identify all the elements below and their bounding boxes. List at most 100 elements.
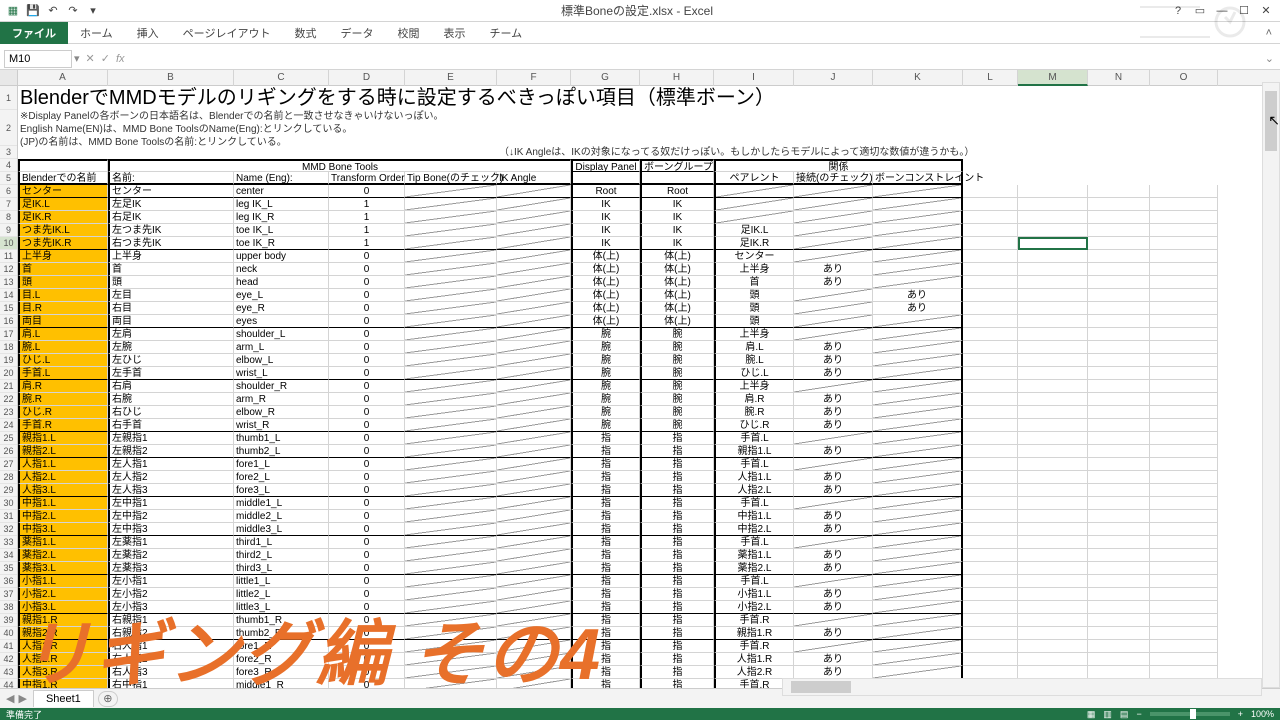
cell[interactable] — [873, 198, 963, 211]
cell[interactable] — [873, 367, 963, 380]
row-header[interactable]: 43 — [0, 666, 17, 679]
cell[interactable] — [873, 276, 963, 289]
cell[interactable] — [1088, 110, 1150, 123]
cell[interactable] — [497, 315, 571, 328]
cell[interactable] — [873, 263, 963, 276]
cell[interactable] — [963, 185, 1018, 198]
cell[interactable]: 左中指2 — [108, 510, 234, 523]
cell[interactable] — [963, 302, 1018, 315]
cell[interactable] — [794, 380, 873, 393]
cell[interactable]: 足IK.R — [714, 237, 794, 250]
cell[interactable] — [873, 627, 963, 640]
cell[interactable]: IK — [640, 198, 714, 211]
cell[interactable]: 指 — [571, 432, 640, 445]
cell[interactable] — [497, 380, 571, 393]
cell[interactable] — [963, 367, 1018, 380]
row-header[interactable]: 37 — [0, 588, 17, 601]
cell[interactable]: 1 — [329, 211, 405, 224]
cell[interactable]: 指 — [640, 510, 714, 523]
cell[interactable]: 0 — [329, 653, 405, 666]
cell[interactable]: ひじ.R — [18, 406, 108, 419]
cell[interactable]: 上半身 — [108, 250, 234, 263]
cell[interactable]: Blenderでの名前 — [18, 172, 108, 185]
cell[interactable] — [405, 263, 497, 276]
cell[interactable] — [1018, 237, 1088, 250]
cell[interactable]: little2_L — [234, 588, 329, 601]
cell[interactable] — [963, 172, 1018, 185]
ribbon-tab-表示[interactable]: 表示 — [431, 22, 477, 44]
cell[interactable]: つま先IK.L — [18, 224, 108, 237]
cell[interactable] — [497, 289, 571, 302]
cell[interactable]: 0 — [329, 354, 405, 367]
cell[interactable]: 中指3.L — [18, 523, 108, 536]
cell[interactable]: 目.R — [18, 302, 108, 315]
cell[interactable] — [1150, 289, 1218, 302]
cell[interactable] — [1018, 445, 1088, 458]
cell[interactable] — [873, 211, 963, 224]
cell[interactable] — [963, 289, 1018, 302]
row-header[interactable]: 11 — [0, 250, 17, 263]
cell[interactable] — [794, 640, 873, 653]
cell[interactable]: 肩.L — [18, 328, 108, 341]
cell[interactable] — [794, 328, 873, 341]
cell[interactable]: thumb2_L — [234, 445, 329, 458]
cell[interactable] — [405, 653, 497, 666]
cell[interactable] — [1018, 588, 1088, 601]
cell[interactable] — [1150, 341, 1218, 354]
row-header[interactable]: 26 — [0, 445, 17, 458]
cell[interactable]: 指 — [640, 562, 714, 575]
vertical-scrollbar[interactable] — [1262, 82, 1280, 688]
cell[interactable]: あり — [794, 510, 873, 523]
zoom-out-icon[interactable]: − — [1136, 709, 1141, 719]
cell[interactable] — [873, 575, 963, 588]
cell[interactable]: 腕 — [571, 406, 640, 419]
cell[interactable] — [497, 588, 571, 601]
cell[interactable] — [1150, 484, 1218, 497]
cell[interactable]: 親指1.L — [714, 445, 794, 458]
cancel-fx-icon[interactable]: ✕ — [86, 52, 95, 65]
cell[interactable] — [1018, 562, 1088, 575]
cell[interactable]: 中指1.L — [714, 510, 794, 523]
cell[interactable]: 0 — [329, 185, 405, 198]
cell[interactable]: IK — [571, 211, 640, 224]
cell[interactable]: 人指1.L — [714, 471, 794, 484]
cell[interactable]: 左手首 — [108, 367, 234, 380]
view-break-icon[interactable]: ▤ — [1120, 709, 1129, 720]
cell[interactable]: 体(上) — [571, 250, 640, 263]
cell[interactable]: 腕 — [640, 419, 714, 432]
cell[interactable]: 1 — [329, 198, 405, 211]
cell[interactable] — [1150, 185, 1218, 198]
row-header[interactable]: 30 — [0, 497, 17, 510]
cell[interactable]: 指 — [640, 601, 714, 614]
cell[interactable]: arm_R — [234, 393, 329, 406]
cell[interactable] — [405, 549, 497, 562]
row-header[interactable]: 40 — [0, 627, 17, 640]
cell[interactable]: 体(上) — [640, 289, 714, 302]
cell[interactable]: 右肩 — [108, 380, 234, 393]
ribbon-tab-データ[interactable]: データ — [328, 22, 385, 44]
cell[interactable]: 左人指2 — [108, 471, 234, 484]
cell[interactable]: 腕 — [640, 367, 714, 380]
cell[interactable] — [497, 510, 571, 523]
cell[interactable]: ※Display Panelの各ボーンの日本語名は、Blenderでの名前と一致… — [18, 110, 963, 146]
cell[interactable] — [1018, 406, 1088, 419]
cell[interactable] — [1088, 653, 1150, 666]
cell[interactable]: センター — [108, 185, 234, 198]
cell[interactable]: eye_L — [234, 289, 329, 302]
cell[interactable] — [1150, 393, 1218, 406]
cell[interactable]: MMD Bone Tools — [108, 159, 571, 172]
cell[interactable] — [497, 406, 571, 419]
cell[interactable]: 人指2.R — [18, 653, 108, 666]
cell[interactable]: 指 — [640, 640, 714, 653]
cell[interactable] — [405, 627, 497, 640]
cell[interactable]: あり — [794, 549, 873, 562]
cell[interactable]: 左親指2 — [108, 445, 234, 458]
cell[interactable]: 0 — [329, 367, 405, 380]
cell[interactable] — [1088, 328, 1150, 341]
cell[interactable]: 関係 — [714, 159, 963, 172]
cell[interactable] — [497, 393, 571, 406]
row-header[interactable]: 27 — [0, 458, 17, 471]
row-header[interactable]: 6 — [0, 185, 17, 198]
cell[interactable] — [497, 211, 571, 224]
cell[interactable] — [1150, 198, 1218, 211]
